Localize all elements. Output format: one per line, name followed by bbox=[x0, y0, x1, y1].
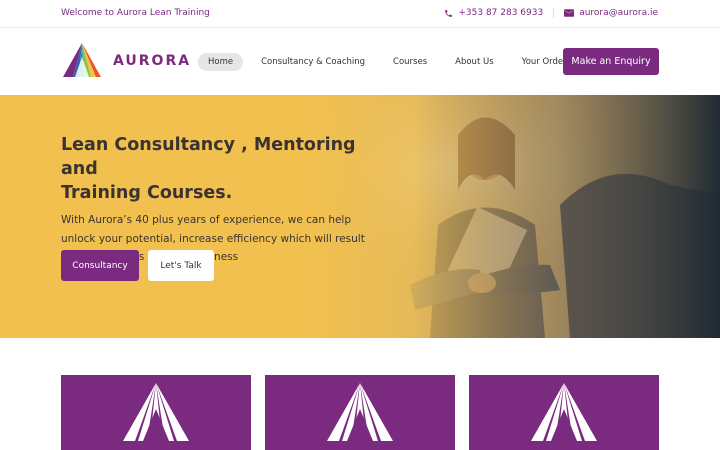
aurora-logo-icon bbox=[531, 383, 597, 441]
top-bar: Welcome to Aurora Lean Training +353 87 … bbox=[0, 0, 720, 28]
main-nav: Home Consultancy & Coaching Courses Abou… bbox=[198, 53, 585, 71]
contact-divider bbox=[553, 8, 555, 18]
site-header: AURORA Home Consultancy & Coaching Cours… bbox=[0, 28, 720, 95]
email-link[interactable]: aurora@aurora.ie bbox=[564, 8, 658, 18]
phone-number: +353 87 283 6933 bbox=[458, 8, 544, 18]
site-logo[interactable]: AURORA bbox=[61, 43, 191, 79]
make-enquiry-button[interactable]: Make an Enquiry bbox=[563, 48, 659, 75]
nav-item-home[interactable]: Home bbox=[198, 53, 244, 71]
phone-icon bbox=[445, 9, 453, 17]
consultancy-button[interactable]: Consultancy bbox=[61, 250, 139, 281]
hero-copy: Lean Consultancy , Mentoring and Trainin… bbox=[61, 133, 371, 267]
contact-info: +353 87 283 6933 aurora@aurora.ie bbox=[444, 8, 658, 18]
hero-description-line: unlock your potential, increase efficien… bbox=[61, 232, 365, 245]
service-card[interactable] bbox=[469, 375, 659, 450]
hero-title: Lean Consultancy , Mentoring and Trainin… bbox=[61, 133, 371, 205]
envelope-icon bbox=[564, 9, 575, 17]
brand-name: AURORA bbox=[113, 53, 192, 69]
hero-description-line: With Aurora’s 40 plus years of experienc… bbox=[61, 214, 352, 226]
service-cards bbox=[0, 338, 720, 450]
welcome-text: Welcome to Aurora Lean Training bbox=[61, 8, 210, 18]
hero-handshake-photo bbox=[310, 95, 720, 338]
email-address: aurora@aurora.ie bbox=[579, 8, 658, 18]
nav-item-about-us[interactable]: About Us bbox=[445, 53, 503, 71]
nav-item-consultancy-coaching[interactable]: Consultancy & Coaching bbox=[251, 53, 375, 71]
hero-title-line: Training Courses. bbox=[61, 183, 233, 203]
aurora-logo-icon bbox=[327, 383, 393, 441]
phone-link[interactable]: +353 87 283 6933 bbox=[444, 8, 543, 18]
hero-title-line: Lean Consultancy , Mentoring and bbox=[61, 135, 356, 179]
service-card[interactable] bbox=[265, 375, 455, 450]
service-card[interactable] bbox=[61, 375, 251, 450]
lets-talk-button[interactable]: Let's Talk bbox=[148, 250, 214, 281]
nav-item-courses[interactable]: Courses bbox=[383, 53, 437, 71]
hero-section: Lean Consultancy , Mentoring and Trainin… bbox=[0, 95, 720, 338]
aurora-logo-icon bbox=[123, 383, 189, 441]
aurora-logo-icon bbox=[63, 43, 101, 77]
